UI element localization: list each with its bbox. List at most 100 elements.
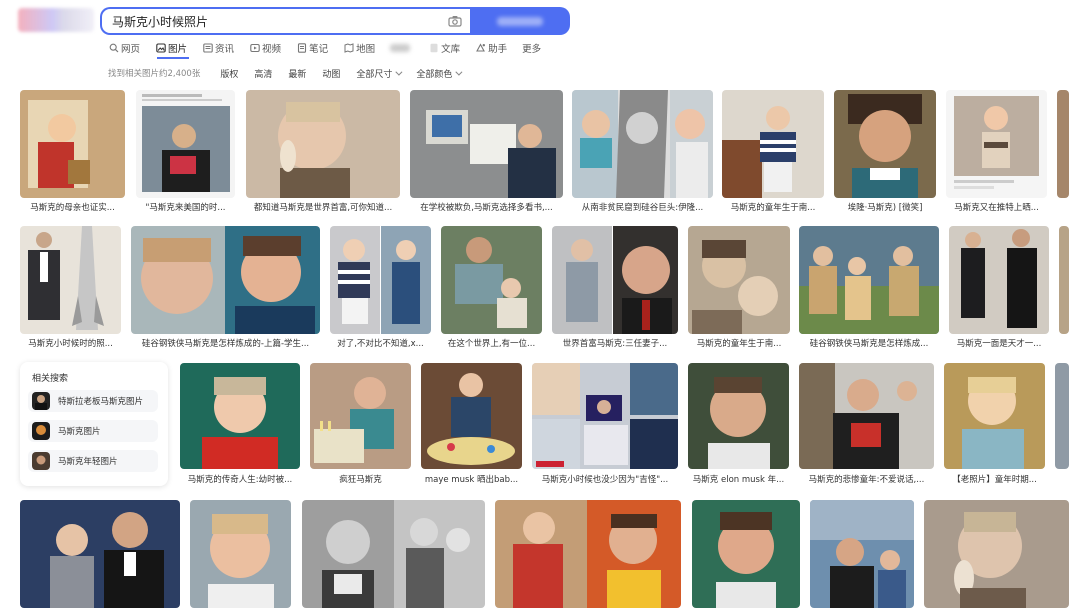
image-result[interactable] — [1057, 90, 1069, 198]
tab-label: 地图 — [356, 44, 376, 55]
image-caption: 硅谷钢铁侠马斯克是怎样炼成的-上篇-学生... — [141, 339, 310, 349]
image-result[interactable]: 世界首富马斯克:三任妻子... — [552, 226, 678, 349]
image-result[interactable]: 马斯克的母亲也证实... — [20, 90, 125, 213]
image-result[interactable]: 在这个世界上,有一位... — [441, 226, 542, 349]
image-result[interactable]: 从南非贫民窟到硅谷巨头:伊隆... — [572, 90, 713, 213]
image-result[interactable]: 都知道马斯克是世界首富,可你知道... — [246, 90, 400, 213]
filter-copyright[interactable]: 版权 — [220, 67, 238, 80]
image-caption: 从南非贫民窟到硅谷巨头:伊隆... — [581, 203, 704, 213]
search-button-label — [497, 16, 543, 26]
image-result[interactable] — [810, 500, 914, 608]
image-thumbnail — [722, 90, 824, 198]
image-result[interactable]: 疯狂马斯克 — [310, 363, 411, 485]
image-caption: 马斯克又在推特上晒... — [954, 203, 1039, 213]
image-thumbnail — [946, 90, 1047, 198]
assistant-icon — [475, 43, 486, 54]
image-result[interactable]: 马斯克小时候也没少因为"吉怪"... — [532, 363, 678, 485]
tab-images[interactable]: 图片 — [155, 40, 187, 56]
image-caption: 【老照片】童年时期... — [952, 475, 1037, 485]
tab-news[interactable]: 资讯 — [202, 40, 234, 56]
image-thumbnail — [688, 363, 789, 469]
image-result[interactable]: 【老照片】童年时期... — [944, 363, 1045, 485]
image-thumbnail — [495, 500, 681, 608]
image-result[interactable]: 马斯克又在推特上晒... — [946, 90, 1047, 213]
image-result[interactable]: maye musk 晒出bab... — [421, 363, 522, 485]
tab-library[interactable]: 文库 — [428, 40, 460, 56]
image-thumbnail — [310, 363, 411, 469]
image-result[interactable]: 马斯克的悲惨童年:不爱说话,... — [799, 363, 934, 485]
tab-notes[interactable]: 笔记 — [296, 40, 328, 56]
image-result[interactable] — [495, 500, 681, 608]
tab-label: 文库 — [441, 44, 461, 55]
image-result[interactable] — [692, 500, 800, 608]
image-result[interactable]: 埃隆·马斯克) [微笑] — [834, 90, 936, 213]
image-caption: 在这个世界上,有一位... — [447, 339, 536, 349]
image-thumbnail — [421, 363, 522, 469]
tab-blurred[interactable] — [390, 40, 413, 56]
image-result[interactable] — [302, 500, 485, 608]
tab-assistant[interactable]: 助手 — [475, 40, 507, 56]
search-input[interactable] — [102, 10, 446, 32]
image-result[interactable]: 马斯克的童年生于南... — [688, 226, 790, 349]
tab-video[interactable]: 视频 — [249, 40, 281, 56]
search-box[interactable] — [100, 7, 470, 35]
tab-label: 网页 — [121, 44, 141, 55]
tab-more[interactable]: 更多 — [522, 40, 541, 56]
baidu-logo[interactable] — [18, 8, 94, 32]
tab-map[interactable]: 地图 — [343, 40, 375, 56]
image-result[interactable] — [1055, 363, 1069, 469]
news-icon — [202, 43, 213, 54]
video-icon — [249, 43, 260, 54]
related-search-item[interactable]: 马斯克年轻图片 — [28, 450, 158, 472]
search-icon — [108, 43, 119, 54]
image-thumbnail — [441, 226, 542, 334]
image-result[interactable]: 在学校被欺负,马斯克选择多看书,... — [410, 90, 563, 213]
filter-latest[interactable]: 最新 — [288, 67, 306, 80]
image-result[interactable]: 马斯克的童年生于南... — [722, 90, 824, 213]
image-result[interactable]: 马斯克一面是天才一... — [949, 226, 1049, 349]
image-thumbnail — [136, 90, 235, 198]
related-search-item[interactable]: 特斯拉老板马斯克图片 — [28, 390, 158, 412]
image-result[interactable]: 硅谷钢铁侠马斯克是怎样炼成... — [799, 226, 939, 349]
image-result[interactable]: 马斯克的传奇人生:幼时被... — [180, 363, 300, 485]
search-button[interactable] — [470, 7, 570, 35]
image-thumbnail — [20, 90, 125, 198]
image-result[interactable] — [20, 500, 180, 608]
filter-size-dropdown[interactable]: 全部尺寸 — [356, 67, 403, 80]
related-searches-title: 相关搜索 — [32, 374, 69, 384]
tab-label: 图片 — [168, 44, 188, 55]
camera-icon[interactable] — [446, 12, 464, 30]
image-thumbnail — [799, 226, 939, 334]
image-caption: 在学校被欺负,马斯克选择多看书,... — [420, 203, 553, 213]
image-result[interactable] — [190, 500, 291, 608]
image-thumbnail — [246, 90, 400, 198]
filter-color-dropdown[interactable]: 全部颜色 — [416, 67, 463, 80]
related-search-label: 特斯拉老板马斯克图片 — [58, 397, 144, 407]
image-caption: 马斯克小时候也没少因为"吉怪"... — [541, 475, 669, 485]
tab-web[interactable]: 网页 — [108, 40, 140, 56]
doc-icon — [428, 43, 439, 54]
tab-label: 视频 — [262, 44, 282, 55]
related-search-item[interactable]: 马斯克图片 — [28, 420, 158, 442]
image-result[interactable]: "马斯克来美国的时... — [136, 90, 235, 213]
image-caption: 马斯克的悲惨童年:不爱说话,... — [808, 475, 925, 485]
image-result[interactable]: 对了,不对比不知道,x... — [330, 226, 431, 349]
image-caption: 马斯克小时候时的照... — [28, 339, 113, 349]
image-caption: 马斯克一面是天才一... — [956, 339, 1042, 349]
image-thumbnail — [1057, 90, 1069, 198]
filter-animated[interactable]: 动图 — [322, 67, 340, 80]
filter-label: 版权 — [220, 69, 239, 80]
image-thumbnail — [1059, 226, 1069, 334]
image-result[interactable]: 马斯克小时候时的照... — [20, 226, 121, 349]
image-thumbnail — [944, 363, 1045, 469]
image-caption: 硅谷钢铁侠马斯克是怎样炼成... — [809, 339, 929, 349]
related-searches-panel: 相关搜索 特斯拉老板马斯克图片 马斯克图片 马斯克年轻图片 — [20, 362, 168, 486]
filter-hd[interactable]: 高清 — [254, 67, 272, 80]
image-result[interactable]: 马斯克 elon musk 年... — [688, 363, 789, 485]
image-caption: 马斯克的母亲也证实... — [30, 203, 115, 213]
image-result[interactable]: 硅谷钢铁侠马斯克是怎样炼成的-上篇-学生... — [131, 226, 320, 349]
image-thumbnail — [330, 226, 431, 334]
image-result[interactable] — [1059, 226, 1069, 334]
image-result[interactable] — [924, 500, 1069, 608]
image-thumbnail — [20, 226, 121, 334]
